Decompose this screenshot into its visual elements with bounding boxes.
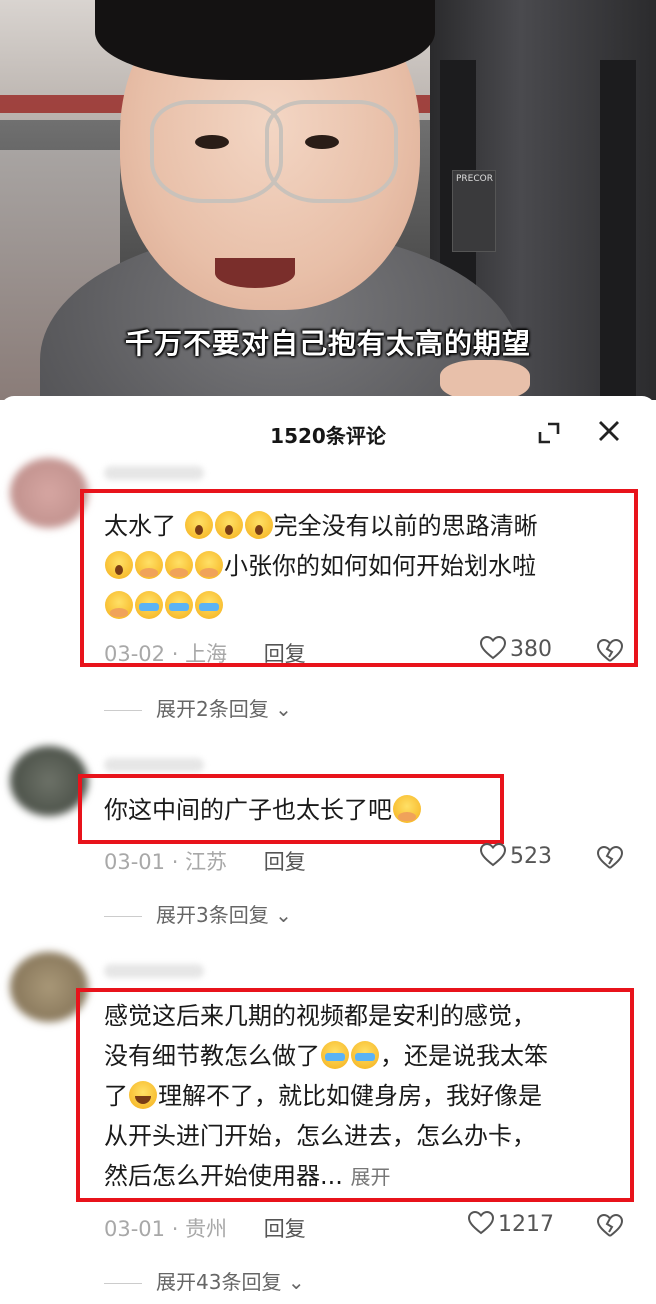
reply-button[interactable]: 回复 — [264, 1217, 306, 1241]
pleading-emoji-icon — [135, 551, 163, 579]
comment-meta: 03-01 · 贵州 回复 — [104, 1217, 306, 1241]
divider — [104, 1283, 142, 1284]
reply-button[interactable]: 回复 — [264, 642, 306, 666]
comment-meta: 03-02 · 上海 回复 — [104, 642, 306, 666]
chevron-down-icon: ⌄ — [287, 1270, 305, 1294]
expand-replies-button[interactable]: 展开3条回复 ⌄ — [104, 899, 292, 928]
eye-right — [305, 135, 339, 149]
glasses-right — [265, 100, 398, 203]
avatar[interactable] — [10, 746, 88, 816]
crying-emoji-icon — [351, 1041, 379, 1069]
comment-text: 感觉这后来几期的视频都是安利的感觉， 没有细节教怎么做了 ，还是说我太笨 了理解不… — [104, 1002, 548, 1190]
crying-emoji-icon — [165, 591, 193, 619]
like-button[interactable]: 523 — [479, 842, 552, 869]
heart-icon — [479, 842, 507, 867]
expand-replies-button[interactable]: 展开2条回复 ⌄ — [104, 693, 292, 722]
broken-heart-icon[interactable] — [597, 845, 623, 871]
machine-label: PRECOR — [452, 170, 496, 252]
pleading-emoji-icon — [195, 551, 223, 579]
crying-emoji-icon — [195, 591, 223, 619]
pleading-emoji-icon — [393, 795, 421, 823]
comment-sheet: 1520条评论 太水了 完全没有以前的思路清晰 小张你的如何如何开始划水啦 03… — [0, 396, 656, 1304]
username-blurred[interactable] — [104, 466, 204, 480]
username-blurred[interactable] — [104, 964, 204, 978]
comment-text: 你这中间的广子也太长了吧 — [104, 790, 504, 830]
shocked-emoji-icon — [244, 511, 273, 539]
person-hair — [95, 0, 435, 80]
expand-replies-button[interactable]: 展开43条回复 ⌄ — [104, 1266, 305, 1295]
comment-meta: 03-01 · 江苏 回复 — [104, 850, 306, 874]
heart-icon — [467, 1210, 495, 1235]
avatar[interactable] — [10, 458, 88, 528]
divider — [104, 710, 142, 711]
shocked-emoji-icon — [184, 511, 213, 539]
pleading-emoji-icon — [165, 551, 193, 579]
mouth — [215, 258, 295, 288]
fullscreen-icon[interactable] — [536, 420, 562, 446]
hand — [440, 360, 530, 400]
glasses-left — [150, 100, 283, 203]
heart-icon — [479, 635, 507, 660]
chevron-down-icon: ⌄ — [275, 697, 292, 721]
divider — [104, 916, 142, 917]
username-blurred[interactable] — [104, 758, 204, 772]
reply-button[interactable]: 回复 — [264, 850, 306, 874]
broken-heart-icon[interactable] — [597, 638, 623, 664]
broken-heart-icon[interactable] — [597, 1213, 623, 1239]
video-subtitle: 千万不要对自己抱有太高的期望 — [124, 327, 531, 360]
like-button[interactable]: 1217 — [467, 1210, 554, 1237]
crying-emoji-icon — [321, 1041, 349, 1069]
comment-text: 太水了 完全没有以前的思路清晰 小张你的如何如何开始划水啦 — [104, 506, 624, 626]
crying-emoji-icon — [135, 591, 163, 619]
shocked-emoji-icon — [105, 551, 133, 579]
unfold-link[interactable]: 展开 — [351, 1165, 391, 1189]
chevron-down-icon: ⌄ — [275, 903, 292, 927]
like-button[interactable]: 380 — [479, 635, 552, 662]
eye-left — [195, 135, 229, 149]
shocked-emoji-icon — [214, 511, 243, 539]
video-player[interactable]: PRECOR 千万不要对自己抱有太高的期望 — [0, 0, 656, 400]
close-icon[interactable] — [596, 418, 622, 444]
pleading-emoji-icon — [105, 591, 133, 619]
laugh-cry-emoji-icon — [129, 1081, 157, 1109]
